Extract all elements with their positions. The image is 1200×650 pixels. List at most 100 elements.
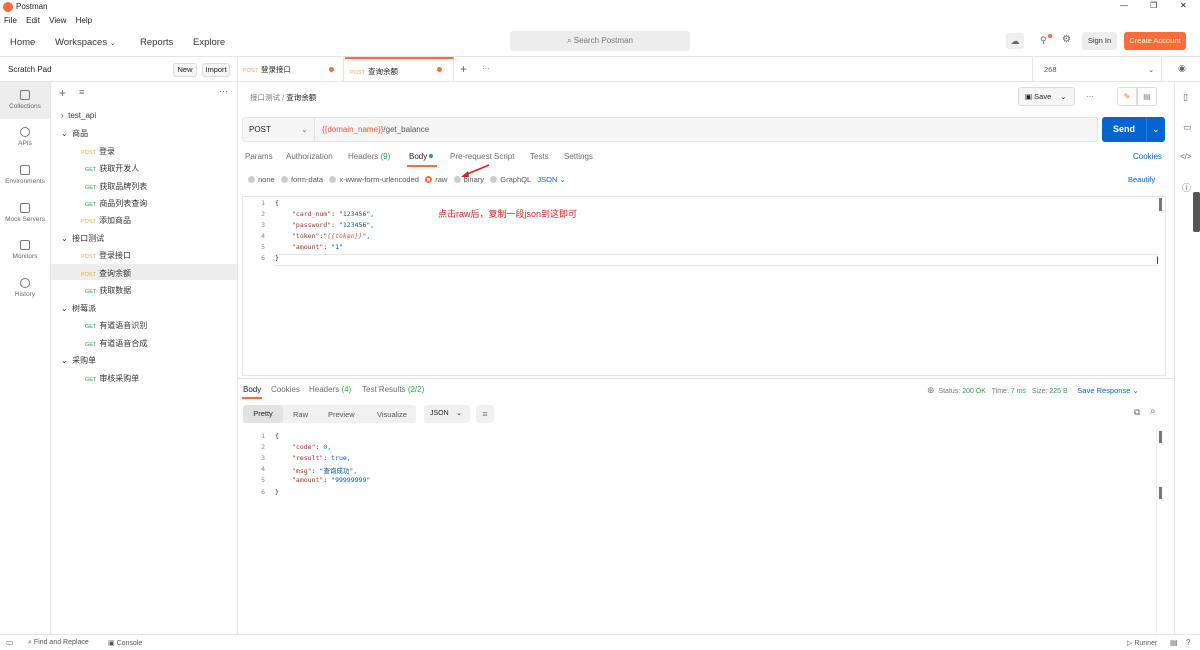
tree-request[interactable]: GET 商品列表查询 (85, 198, 147, 209)
tab-query-balance[interactable]: POST 查询余额 (345, 57, 454, 82)
comments-icon[interactable]: ▤ (1137, 87, 1157, 106)
filter-icon[interactable]: ≡ (79, 87, 84, 97)
beautify-link[interactable]: Beautify (1128, 175, 1155, 184)
menu-edit[interactable]: Edit (26, 16, 40, 25)
tree-request[interactable]: POST 登录接口 (81, 250, 131, 261)
tree-folder-purchase[interactable]: ⌄ 采购单 (61, 355, 96, 366)
tab-headers[interactable]: Headers (9) (348, 152, 390, 161)
new-button[interactable]: New (173, 63, 197, 77)
nav-workspaces[interactable]: Workspaces ⌄ (55, 37, 116, 48)
wrap-lines-icon[interactable]: ≡ (476, 405, 494, 423)
save-response-button[interactable]: Save Response ⌄ (1077, 386, 1138, 395)
close-button[interactable]: ✕ (1180, 1, 1187, 10)
tree-request[interactable]: GET 有道语音识别 (85, 320, 147, 331)
nav-reports[interactable]: Reports (140, 37, 173, 48)
info-icon[interactable]: ⓘ (1182, 181, 1191, 194)
tab-settings[interactable]: Settings (564, 152, 593, 161)
time-value[interactable]: 7 ms (1011, 388, 1026, 395)
radio-graphql[interactable]: GraphQL (490, 175, 531, 184)
view-preview[interactable]: Preview (328, 410, 355, 419)
sign-in-button[interactable]: Sign In (1082, 32, 1117, 50)
resp-tab-headers[interactable]: Headers (4) (309, 385, 351, 394)
create-account-button[interactable]: Create Account (1124, 32, 1186, 50)
radio-urlencoded[interactable]: x-www-form-urlencoded (329, 175, 419, 184)
runner-button[interactable]: ▷ Runner (1127, 639, 1157, 647)
tree-request[interactable]: GET 获取品牌列表 (85, 181, 147, 192)
console-button[interactable]: ▣ Console (108, 639, 142, 647)
cloud-icon[interactable]: ☁ (1006, 33, 1024, 49)
tree-folder-api-test[interactable]: ⌄ 接口测试 (61, 233, 104, 244)
tree-request[interactable]: GET 获取数据 (85, 285, 131, 296)
tab-pre-request-script[interactable]: Pre-request Script (450, 152, 514, 161)
eye-icon[interactable]: ◉ (1178, 63, 1186, 74)
search-box[interactable]: ⌕ Search Postman (510, 31, 690, 51)
resp-tab-test-results[interactable]: Test Results (2/2) (362, 385, 424, 394)
cookies-link[interactable]: Cookies (1133, 152, 1162, 161)
rail-apis[interactable]: APIs (0, 127, 50, 147)
menu-help[interactable]: Help (76, 16, 92, 25)
maximize-button[interactable]: ❐ (1150, 1, 1157, 10)
sidebar-toggle-icon[interactable]: ▭ (6, 638, 14, 647)
radio-raw[interactable]: raw (425, 175, 447, 184)
resp-tab-cookies[interactable]: Cookies (271, 385, 300, 394)
rail-collections[interactable]: Collections (0, 82, 50, 119)
edit-icon[interactable]: ✎ (1117, 87, 1137, 106)
radio-none[interactable]: none (248, 175, 275, 184)
size-value[interactable]: 225 B (1049, 388, 1067, 395)
breadcrumb-parent[interactable]: 接口测试 (250, 93, 280, 102)
scroll-handle[interactable] (1193, 192, 1200, 232)
search-icon[interactable]: ⌕ (1150, 406, 1156, 417)
tab-more-icon[interactable]: ··· (482, 64, 490, 73)
import-button[interactable]: Import (202, 63, 230, 77)
save-button[interactable]: ▣ Save ⌄ (1018, 87, 1075, 106)
copy-icon[interactable]: ⧉ (1134, 407, 1140, 418)
view-raw[interactable]: Raw (293, 410, 308, 419)
method-select[interactable]: POST ⌄ (243, 118, 315, 141)
environment-select[interactable]: 268 ⌄ (1032, 57, 1162, 82)
tab-login[interactable]: POST 登录接口 (238, 57, 344, 82)
tree-folder-raspberry[interactable]: ⌄ 树莓派 (61, 303, 96, 314)
tab-body[interactable]: Body (409, 152, 434, 161)
tab-authorization[interactable]: Authorization (286, 152, 333, 161)
tree-request[interactable]: GET 有道语音合成 (85, 338, 147, 349)
trash-icon[interactable]: ▤ (1170, 638, 1178, 647)
comment-icon[interactable]: ▭ (1183, 122, 1192, 133)
code-icon[interactable]: </> (1180, 152, 1192, 161)
resp-tab-body[interactable]: Body (243, 385, 261, 394)
tree-folder-goods[interactable]: ⌄ 商品 (61, 128, 88, 139)
rail-environments[interactable]: Environments (0, 165, 50, 185)
add-tab-icon[interactable]: + (460, 62, 467, 76)
url-input[interactable]: {{domain_name}}/get_balance (322, 125, 429, 134)
nav-home[interactable]: Home (10, 37, 35, 48)
tree-folder-test-api[interactable]: › test_api (61, 111, 96, 120)
request-more-icon[interactable]: ··· (1086, 92, 1094, 101)
gear-icon[interactable]: ⚙ (1062, 34, 1071, 45)
view-visualize[interactable]: Visualize (377, 410, 407, 419)
raw-format-select[interactable]: JSON ⌄ (537, 175, 565, 184)
menu-view[interactable]: View (49, 16, 66, 25)
tree-request[interactable]: POST 添加商品 (81, 215, 131, 226)
response-scrollbar-thumb[interactable] (1159, 431, 1162, 443)
rail-history[interactable]: History (0, 278, 50, 298)
rail-monitors[interactable]: Monitors (0, 240, 50, 260)
response-format-select[interactable]: JSON ⌄ (424, 405, 470, 423)
satellite-icon[interactable]: ⚲ (1040, 35, 1047, 46)
scrollbar-thumb[interactable] (1159, 198, 1162, 211)
send-button[interactable]: Send ⌄ (1102, 117, 1165, 142)
minimize-button[interactable]: — (1120, 1, 1128, 10)
tree-request[interactable]: GET 审核采购单 (85, 373, 139, 384)
view-pretty[interactable]: Pretty (243, 405, 283, 423)
menu-file[interactable]: File (4, 16, 17, 25)
documentation-icon[interactable]: ▯ (1183, 92, 1188, 103)
help-icon[interactable]: ? (1186, 638, 1190, 647)
nav-explore[interactable]: Explore (193, 37, 225, 48)
tree-request-selected[interactable]: POST 查询余额 (81, 268, 131, 279)
radio-form-data[interactable]: form-data (280, 175, 323, 184)
rail-mock-servers[interactable]: Mock Servers (0, 203, 50, 223)
status-value[interactable]: 200 OK (962, 388, 986, 395)
find-replace-button[interactable]: ⌕ Find and Replace (28, 639, 89, 647)
more-options-icon[interactable]: ··· (219, 86, 228, 96)
tab-params[interactable]: Params (245, 152, 273, 161)
response-scrollbar-thumb-lower[interactable] (1159, 487, 1162, 499)
tree-request[interactable]: GET 获取开发人 (85, 163, 139, 174)
